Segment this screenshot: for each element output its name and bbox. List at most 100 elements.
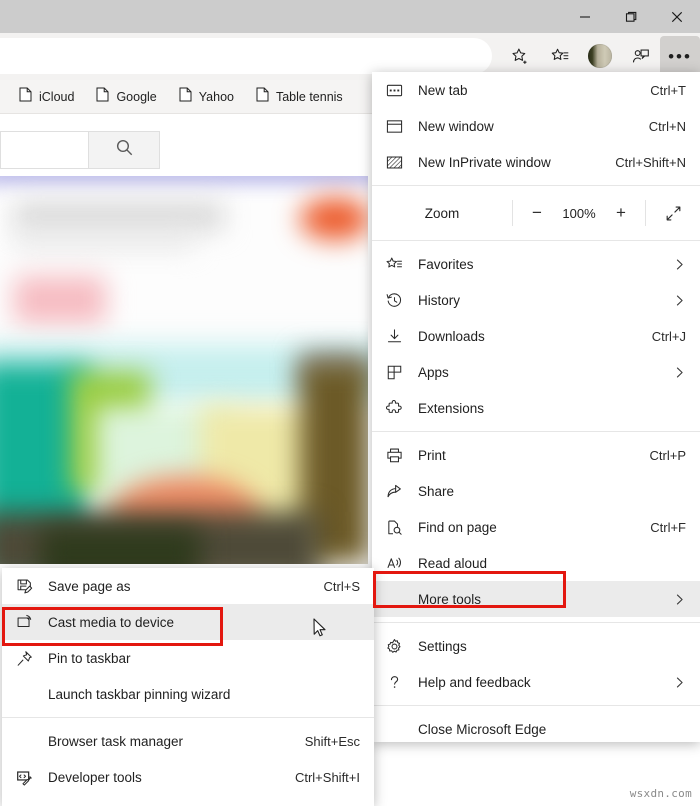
submenu-separator — [2, 717, 374, 718]
menu-item-label: Help and feedback — [418, 674, 531, 690]
settings-and-more-menu: New tab Ctrl+T New window Ctrl+N New InP… — [372, 72, 700, 742]
menu-separator — [372, 705, 700, 706]
menu-separator — [372, 240, 700, 241]
page-icon — [256, 87, 269, 107]
submenu-item-pin-to-taskbar[interactable]: Pin to taskbar — [2, 640, 374, 676]
submenu-item-launch-taskbar-pinning-wizard[interactable]: Launch taskbar pinning wizard — [2, 676, 374, 712]
menu-item-shortcut: Ctrl+P — [649, 447, 686, 463]
submenu-item-browser-task-manager[interactable]: Browser task manager Shift+Esc — [2, 723, 374, 759]
menu-item-history[interactable]: History — [372, 282, 700, 318]
find-on-page-icon — [386, 519, 418, 536]
zoom-in-button[interactable]: + — [609, 203, 633, 223]
menu-separator — [372, 431, 700, 432]
menu-item-label: Find on page — [418, 519, 497, 535]
menu-item-new-tab[interactable]: New tab Ctrl+T — [372, 72, 700, 108]
menu-item-label: Favorites — [418, 256, 474, 272]
settings-and-more-label: ••• — [668, 46, 692, 66]
menu-item-downloads[interactable]: Downloads Ctrl+J — [372, 318, 700, 354]
bookmark-icloud[interactable]: iCloud — [10, 84, 83, 110]
chevron-right-icon — [673, 258, 686, 271]
menu-item-label: Print — [418, 447, 446, 463]
address-bar[interactable] — [0, 38, 492, 74]
close-icon[interactable] — [654, 0, 700, 33]
history-icon — [386, 292, 418, 309]
bookmark-label: Google — [116, 89, 157, 104]
menu-item-shortcut: Ctrl+Shift+N — [615, 154, 686, 170]
search-button[interactable] — [88, 131, 160, 169]
profile-avatar[interactable] — [580, 36, 620, 76]
submenu-item-developer-tools[interactable]: Developer tools Ctrl+Shift+I — [2, 759, 374, 795]
bookmark-yahoo[interactable]: Yahoo — [170, 84, 243, 110]
downloads-icon — [386, 328, 418, 345]
search-input[interactable] — [0, 131, 88, 169]
menu-item-read-aloud[interactable]: Read aloud — [372, 545, 700, 581]
bookmark-google[interactable]: Google — [87, 84, 165, 110]
page-icon — [179, 87, 192, 107]
submenu-item-save-page-as[interactable]: Save page as Ctrl+S — [2, 568, 374, 604]
pin-icon — [16, 650, 48, 667]
settings-and-more-icon[interactable]: ••• — [660, 36, 700, 76]
favorites-icon[interactable] — [540, 36, 580, 76]
maximize-icon[interactable] — [608, 0, 654, 33]
inprivate-icon — [386, 154, 418, 171]
submenu-item-shortcut: Ctrl+S — [323, 578, 360, 594]
menu-item-help-and-feedback[interactable]: Help and feedback — [372, 664, 700, 700]
submenu-item-shortcut: Shift+Esc — [304, 733, 360, 749]
menu-item-shortcut: Ctrl+N — [648, 118, 686, 134]
menu-item-new-window[interactable]: New window Ctrl+N — [372, 108, 700, 144]
print-icon — [386, 447, 418, 464]
menu-item-apps[interactable]: Apps — [372, 354, 700, 390]
share-icon — [386, 483, 418, 500]
submenu-item-label: Save page as — [48, 578, 131, 594]
menu-separator — [372, 622, 700, 623]
save-page-icon — [16, 578, 48, 595]
mouse-cursor — [313, 618, 327, 643]
menu-item-label: Downloads — [418, 328, 485, 344]
toolbar-action-icons: ••• — [500, 36, 700, 76]
zoom-out-button[interactable]: − — [525, 203, 549, 223]
submenu-item-label: Browser task manager — [48, 733, 184, 749]
menu-item-label: New InPrivate window — [418, 154, 551, 170]
bookmark-label: Yahoo — [198, 89, 234, 104]
menu-item-label: Settings — [418, 638, 467, 654]
menu-item-zoom: Zoom − 100% + — [372, 191, 700, 235]
menu-item-more-tools[interactable]: More tools — [372, 581, 700, 617]
bookmark-label: iCloud — [39, 89, 75, 104]
help-icon — [386, 674, 418, 691]
zoom-value: 100% — [562, 205, 596, 221]
minimize-icon[interactable] — [562, 0, 608, 33]
fullscreen-icon[interactable] — [646, 205, 700, 222]
favorites-star-icon — [386, 256, 418, 273]
menu-item-share[interactable]: Share — [372, 473, 700, 509]
collections-icon[interactable] — [620, 36, 660, 76]
apps-icon — [386, 364, 418, 381]
menu-item-settings[interactable]: Settings — [372, 628, 700, 664]
submenu-item-label: Pin to taskbar — [48, 650, 131, 666]
menu-item-extensions[interactable]: Extensions — [372, 390, 700, 426]
chevron-right-icon — [673, 676, 686, 689]
add-favorite-icon[interactable] — [500, 36, 540, 76]
window-titlebar — [0, 0, 700, 33]
more-tools-submenu: Save page as Ctrl+S Cast media to device… — [2, 568, 374, 806]
menu-item-label: Apps — [418, 364, 449, 380]
menu-separator — [372, 185, 700, 186]
menu-item-close-microsoft-edge[interactable]: Close Microsoft Edge — [372, 711, 700, 747]
new-tab-icon — [386, 82, 418, 99]
settings-gear-icon — [386, 638, 418, 655]
menu-item-label: New tab — [418, 82, 468, 98]
chevron-right-icon — [673, 294, 686, 307]
menu-item-label: History — [418, 292, 461, 308]
menu-item-find-on-page[interactable]: Find on page Ctrl+F — [372, 509, 700, 545]
read-aloud-icon — [386, 555, 418, 572]
watermark: wsxdn.com — [629, 787, 692, 800]
blurred-webpage-image — [0, 176, 368, 564]
menu-item-new-inprivate-window[interactable]: New InPrivate window Ctrl+Shift+N — [372, 144, 700, 180]
menu-item-favorites[interactable]: Favorites — [372, 246, 700, 282]
devtools-icon — [16, 769, 48, 786]
menu-item-print[interactable]: Print Ctrl+P — [372, 437, 700, 473]
page-icon — [19, 87, 32, 107]
bookmark-table-tennis[interactable]: Table tennis — [247, 84, 352, 110]
submenu-item-shortcut: Ctrl+Shift+I — [294, 769, 360, 785]
page-icon — [96, 87, 109, 107]
new-window-icon — [386, 118, 418, 135]
